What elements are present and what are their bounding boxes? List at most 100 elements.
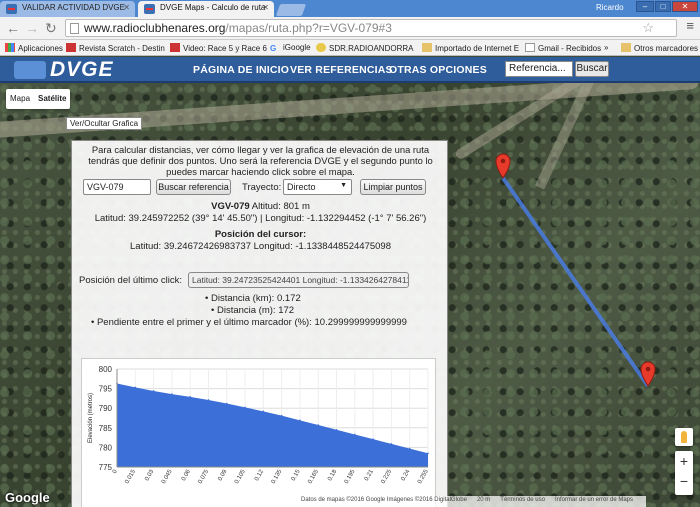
nav-ver-referencias[interactable]: VER REFERENCIAS	[290, 64, 393, 76]
nav-pagina-inicio[interactable]: PÁGINA DE INICIO	[193, 64, 289, 76]
bookmark-star-icon[interactable]: ☆	[642, 20, 654, 36]
elevation-chart: 775 780 785 790 795 800 0 0.015 0.03 0.045 0.06 0.0…	[81, 358, 436, 507]
report-error-link[interactable]: Informar de un error de Maps	[555, 497, 633, 503]
bookmark-gmail[interactable]: Gmail - Recibidos	[525, 43, 601, 53]
y-tick-label: 780	[99, 443, 113, 452]
tab-label: DVGE Maps - Calculo de ruta	[160, 3, 266, 12]
elevation-point	[372, 438, 374, 440]
elevation-point	[262, 410, 265, 413]
radio-icon	[316, 43, 326, 52]
route-panel: Para calcular distancias, ver cómo llega…	[71, 140, 448, 507]
street-view-pegman-icon[interactable]	[675, 428, 693, 446]
zoom-out-button[interactable]: −	[675, 471, 693, 491]
elevation-area	[117, 383, 428, 467]
tab-dvge-maps[interactable]: DVGE Maps - Calculo de ruta ✕	[138, 1, 274, 17]
x-tick-label: 0.045	[161, 468, 174, 485]
distance-km: • Distancia (km): 0.172	[205, 293, 301, 304]
maximize-button[interactable]: □	[655, 1, 671, 12]
forward-arrow-icon[interactable]: →	[25, 20, 39, 36]
x-tick-label: 0.18	[327, 468, 338, 482]
close-window-button[interactable]: ✕	[672, 1, 698, 12]
x-tick-label: 0.03	[144, 468, 155, 482]
x-tick-label: 0.165	[307, 468, 320, 485]
y-axis-label: Elevación (metros)	[88, 393, 94, 443]
x-tick-label: 0.06	[181, 468, 192, 482]
bookmark-video-race[interactable]: Video: Race 5 y Race 6	[170, 43, 267, 53]
y-tick-label: 795	[99, 385, 113, 394]
buscar-referencia-button[interactable]: Buscar referencia	[156, 179, 231, 195]
address-bar-row: ← → ↻ www.radioclubhenares.org/mapas/rut…	[0, 17, 700, 40]
x-tick-label: 0.24	[400, 468, 411, 482]
new-tab-button[interactable]	[275, 4, 307, 16]
elevation-point	[171, 393, 173, 395]
folder-icon	[422, 43, 432, 52]
x-tick-label: 0.135	[271, 468, 284, 485]
reference-name: VGV-079	[211, 201, 250, 212]
site-header: DVGE MAPS PÁGINA DE INICIO VER REFERENCI…	[0, 57, 700, 105]
elevation-point	[317, 424, 320, 426]
profile-name[interactable]: Ricardo	[596, 3, 624, 12]
dvge-favicon-icon	[6, 4, 17, 14]
bookmark-aplicaciones[interactable]: Aplicaciones	[5, 43, 63, 53]
elevation-point	[408, 447, 411, 450]
apps-grid-icon	[5, 43, 15, 52]
nav-otras-opciones[interactable]: OTRAS OPCIONES	[389, 64, 487, 76]
elevation-point	[207, 399, 210, 401]
x-tick-label: 0.15	[291, 468, 302, 482]
trayecto-select[interactable]: Directo ▼	[283, 179, 352, 195]
bookmark-sdr-radioandorra[interactable]: SDR.RADIOANDORRA	[316, 43, 413, 53]
last-click-field[interactable]: Latitud: 39.24723525424401 Longitud: -1.…	[188, 272, 409, 288]
y-tick-label: 800	[99, 365, 113, 374]
close-tab-icon[interactable]: ✕	[262, 3, 269, 12]
url-field[interactable]: www.radioclubhenares.org/mapas/ruta.php?…	[65, 19, 677, 37]
tab-validar-actividad[interactable]: VALIDAR ACTIVIDAD DVGE ✕	[0, 1, 135, 17]
tab-label: VALIDAR ACTIVIDAD DVGE	[22, 3, 125, 12]
satellite-map[interactable]: Mapa Satélite Ver/Ocultar Grafica Para ca…	[0, 83, 700, 507]
back-arrow-icon[interactable]: ←	[6, 20, 20, 36]
toggle-chart-button[interactable]: Ver/Ocultar Grafica	[66, 117, 143, 130]
search-button[interactable]: Buscar	[575, 61, 609, 77]
google-g-icon: G	[270, 44, 277, 53]
page-icon	[525, 43, 535, 52]
scratch-icon	[66, 43, 76, 52]
elevation-point	[244, 406, 246, 409]
y-tick-label: 785	[99, 424, 113, 433]
url-path: /mapas/ruta.php?r=VGV-079#3	[225, 21, 392, 35]
elevation-point	[225, 402, 228, 405]
y-tick-label: 775	[99, 463, 113, 472]
elevation-point	[189, 396, 191, 398]
bookmark-importado[interactable]: Importado de Internet E	[422, 43, 519, 53]
reference-input[interactable]: VGV-079	[83, 179, 151, 195]
elevation-point	[299, 419, 301, 422]
start-marker-icon[interactable]	[495, 153, 511, 179]
x-tick-label: 0.09	[217, 468, 228, 482]
bookmark-otros-marcadores[interactable]: Otros marcadores	[621, 43, 698, 53]
zoom-in-button[interactable]: +	[675, 451, 693, 471]
elevation-point	[427, 452, 429, 455]
slope: • Pendiente entre el primer y el último …	[91, 317, 407, 328]
dvge-maps-logo[interactable]: DVGE MAPS	[14, 58, 184, 105]
elevation-point	[152, 390, 155, 392]
x-tick-label: 0.12	[254, 468, 265, 482]
more-bookmarks-chevron[interactable]: »	[604, 43, 608, 52]
limpiar-puntos-button[interactable]: Limpiar puntos	[360, 179, 426, 195]
minimize-button[interactable]: –	[636, 1, 654, 12]
bookmark-igoogle[interactable]: GiGoogle	[270, 43, 311, 53]
reload-icon[interactable]: ↻	[45, 20, 57, 36]
bookmark-revista-scratch[interactable]: Revista Scratch - Destin	[66, 43, 165, 53]
cursor-position-title: Posición del cursor:	[214, 229, 307, 240]
elevation-point	[390, 443, 393, 445]
wave-logo-icon	[14, 61, 46, 79]
x-tick-label: 0.105	[234, 468, 247, 485]
map-type-satellite-button[interactable]: Satélite	[34, 89, 70, 109]
map-type-map-button[interactable]: Mapa	[6, 89, 34, 109]
reference-search-input[interactable]: Referencia...	[505, 61, 573, 77]
x-tick-label: 0.195	[344, 468, 357, 485]
close-tab-icon[interactable]: ✕	[123, 3, 130, 12]
reference-info: VGV-079 Altitud: 801 m	[72, 201, 449, 212]
chrome-menu-icon[interactable]: ≡	[686, 18, 694, 33]
folder-icon	[621, 43, 631, 52]
x-tick-label: 0.075	[197, 468, 210, 485]
google-logo: Google	[5, 490, 50, 505]
terms-link[interactable]: Términos de uso	[500, 497, 545, 503]
